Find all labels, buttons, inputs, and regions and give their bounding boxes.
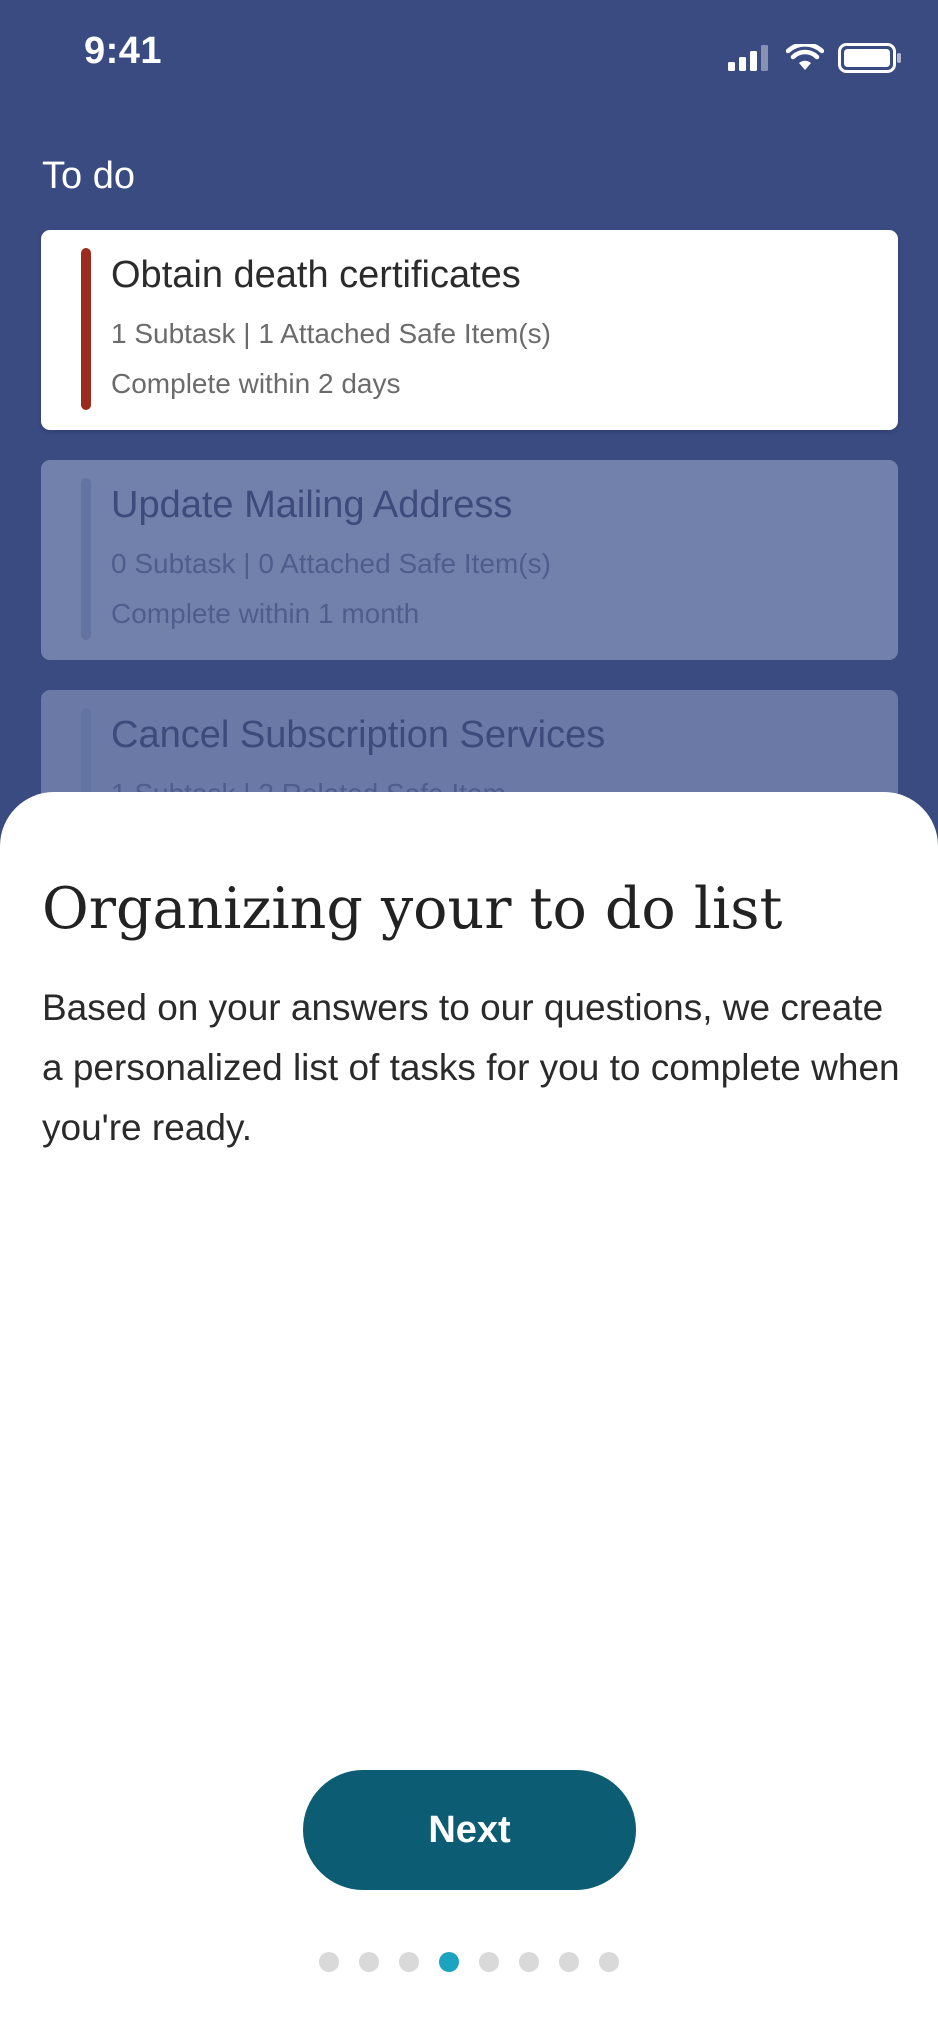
task-due: Complete within 1 month [111,598,420,629]
onboarding-sheet: Organizing your to do list Based on your… [0,792,938,2030]
page-dot [559,1952,579,1972]
task-card[interactable]: Update Mailing Address 0 Subtask | 0 Att… [41,460,898,660]
next-button[interactable]: Next [303,1770,636,1890]
task-title: Obtain death certificates [111,254,521,296]
page-dot [519,1952,539,1972]
page-dot [599,1952,619,1972]
section-title: To do [42,155,135,197]
app-screen: 9:41 To do Obtain death certificates 1 S… [0,0,938,2030]
priority-indicator [81,478,91,640]
task-card[interactable]: Obtain death certificates 1 Subtask | 1 … [41,230,898,430]
status-icons [728,40,902,76]
status-time: 9:41 [84,30,163,72]
page-dot [319,1952,339,1972]
wifi-icon [786,44,824,72]
page-dot [399,1952,419,1972]
task-due: Complete within 2 days [111,368,401,399]
page-dot-active [439,1952,459,1972]
page-dot [359,1952,379,1972]
battery-icon [838,43,902,73]
page-indicator [0,1952,938,1972]
task-title: Update Mailing Address [111,484,513,526]
task-meta: 0 Subtask | 0 Attached Safe Item(s) [111,548,551,579]
onboarding-title: Organizing your to do list [42,876,783,942]
page-dot [479,1952,499,1972]
priority-indicator [81,248,91,410]
cellular-signal-icon [728,45,772,71]
onboarding-description: Based on your answers to our questions, … [42,987,900,1148]
status-bar: 9:41 [0,0,938,120]
task-meta: 1 Subtask | 1 Attached Safe Item(s) [111,318,551,349]
task-title: Cancel Subscription Services [111,714,606,756]
